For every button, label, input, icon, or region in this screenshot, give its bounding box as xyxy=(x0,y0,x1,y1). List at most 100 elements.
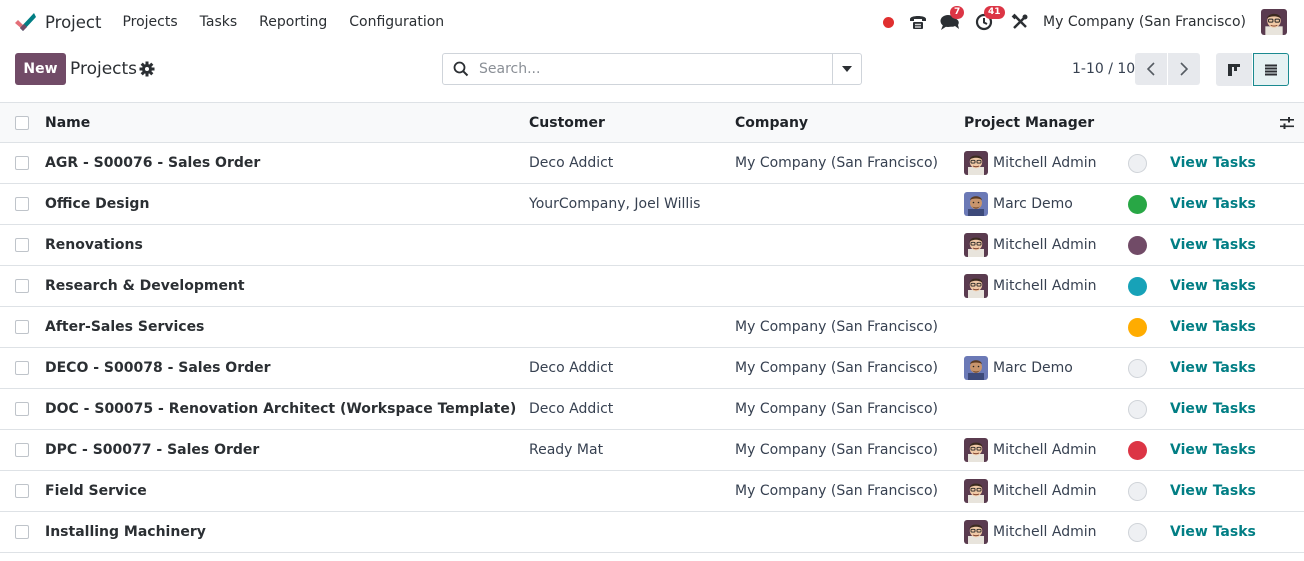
column-customer[interactable]: Customer xyxy=(529,103,605,142)
company-name[interactable]: My Company (San Francisco) xyxy=(735,471,938,511)
phone-button[interactable] xyxy=(907,11,929,33)
project-name[interactable]: Renovations xyxy=(45,225,143,265)
column-company[interactable]: Company xyxy=(735,103,808,142)
color-dot[interactable] xyxy=(1128,317,1147,337)
row-checkbox[interactable] xyxy=(15,484,29,498)
manager-name[interactable]: Mitchell Admin xyxy=(993,483,1097,499)
manager-name[interactable]: Mitchell Admin xyxy=(993,442,1097,458)
manager-avatar[interactable] xyxy=(964,479,988,503)
row-checkbox[interactable] xyxy=(15,443,29,457)
pager-previous-button[interactable] xyxy=(1135,53,1167,85)
table-row[interactable]: DOC - S00075 - Renovation Architect (Wor… xyxy=(0,389,1304,430)
company-name[interactable]: My Company (San Francisco) xyxy=(735,307,938,347)
gear-icon[interactable] xyxy=(139,61,155,77)
project-name[interactable]: DECO - S00078 - Sales Order xyxy=(45,348,271,388)
table-row[interactable]: After-Sales Services My Company (San Fra… xyxy=(0,307,1304,348)
manager-avatar[interactable] xyxy=(964,233,988,257)
color-dot[interactable] xyxy=(1128,276,1147,296)
manager-name[interactable]: Mitchell Admin xyxy=(993,237,1097,253)
company-name[interactable]: My Company (San Francisco) xyxy=(735,143,938,183)
project-name[interactable]: After-Sales Services xyxy=(45,307,204,347)
manager-avatar[interactable] xyxy=(964,274,988,298)
view-tasks-button[interactable]: View Tasks xyxy=(1170,360,1256,376)
table-row[interactable]: Installing Machinery Mitchell Admin View… xyxy=(0,512,1304,553)
menu-configuration[interactable]: Configuration xyxy=(338,14,455,30)
view-tasks-button[interactable]: View Tasks xyxy=(1170,155,1256,171)
table-row[interactable]: DPC - S00077 - Sales Order Ready Mat My … xyxy=(0,430,1304,471)
list-view-button[interactable] xyxy=(1253,53,1289,86)
view-tasks-button[interactable]: View Tasks xyxy=(1170,401,1256,417)
customer-name[interactable]: YourCompany, Joel Willis xyxy=(529,184,700,224)
messaging-button[interactable]: 7 xyxy=(939,6,965,33)
column-project-manager[interactable]: Project Manager xyxy=(964,103,1094,142)
table-row[interactable]: DECO - S00078 - Sales Order Deco Addict … xyxy=(0,348,1304,389)
project-name[interactable]: AGR - S00076 - Sales Order xyxy=(45,143,260,183)
customer-name[interactable]: Deco Addict xyxy=(529,389,613,429)
menu-tasks[interactable]: Tasks xyxy=(189,14,249,30)
menu-reporting[interactable]: Reporting xyxy=(248,14,338,30)
user-menu-avatar[interactable] xyxy=(1261,9,1287,35)
pager-next-button[interactable] xyxy=(1168,53,1200,85)
manager-avatar[interactable] xyxy=(964,192,988,216)
company-name[interactable]: My Company (San Francisco) xyxy=(735,430,938,470)
manager-name[interactable]: Marc Demo xyxy=(993,360,1073,376)
row-checkbox[interactable] xyxy=(15,525,29,539)
color-dot[interactable] xyxy=(1128,235,1147,255)
row-checkbox[interactable] xyxy=(15,279,29,293)
new-button[interactable]: New xyxy=(15,53,66,85)
pager-value[interactable]: 1-10 / 10 xyxy=(1072,61,1135,77)
table-row[interactable]: Office Design YourCompany, Joel Willis M… xyxy=(0,184,1304,225)
customer-name[interactable]: Ready Mat xyxy=(529,430,603,470)
table-row[interactable]: Renovations Mitchell Admin View Tasks xyxy=(0,225,1304,266)
row-checkbox[interactable] xyxy=(15,156,29,170)
row-checkbox[interactable] xyxy=(15,320,29,334)
manager-name[interactable]: Marc Demo xyxy=(993,196,1073,212)
color-dot[interactable] xyxy=(1128,194,1147,214)
table-row[interactable]: Field Service My Company (San Francisco)… xyxy=(0,471,1304,512)
view-tasks-button[interactable]: View Tasks xyxy=(1170,524,1256,540)
project-name[interactable]: Office Design xyxy=(45,184,149,224)
project-name[interactable]: DPC - S00077 - Sales Order xyxy=(45,430,259,470)
recording-indicator[interactable] xyxy=(877,11,899,33)
debug-tools-button[interactable] xyxy=(1009,11,1031,33)
row-checkbox[interactable] xyxy=(15,361,29,375)
manager-name[interactable]: Mitchell Admin xyxy=(993,155,1097,171)
kanban-view-button[interactable] xyxy=(1216,53,1252,86)
manager-avatar[interactable] xyxy=(964,151,988,175)
manager-avatar[interactable] xyxy=(964,356,988,380)
row-checkbox[interactable] xyxy=(15,402,29,416)
project-name[interactable]: Installing Machinery xyxy=(45,512,206,552)
select-all-checkbox[interactable] xyxy=(15,115,29,130)
manager-name[interactable]: Mitchell Admin xyxy=(993,278,1097,294)
search-options-toggle[interactable] xyxy=(832,54,861,84)
manager-avatar[interactable] xyxy=(964,438,988,462)
view-tasks-button[interactable]: View Tasks xyxy=(1170,278,1256,294)
color-dot[interactable] xyxy=(1128,440,1147,460)
manager-avatar[interactable] xyxy=(964,520,988,544)
view-tasks-button[interactable]: View Tasks xyxy=(1170,237,1256,253)
row-checkbox[interactable] xyxy=(15,197,29,211)
color-dot[interactable] xyxy=(1128,481,1147,501)
project-name[interactable]: DOC - S00075 - Renovation Architect (Wor… xyxy=(45,389,516,429)
color-dot[interactable] xyxy=(1128,399,1147,419)
app-brand[interactable]: Project xyxy=(14,11,101,33)
view-tasks-button[interactable]: View Tasks xyxy=(1170,442,1256,458)
company-name[interactable]: My Company (San Francisco) xyxy=(735,389,938,429)
view-tasks-button[interactable]: View Tasks xyxy=(1170,483,1256,499)
project-name[interactable]: Field Service xyxy=(45,471,147,511)
table-row[interactable]: AGR - S00076 - Sales Order Deco Addict M… xyxy=(0,143,1304,184)
color-dot[interactable] xyxy=(1128,153,1147,173)
column-name[interactable]: Name xyxy=(45,103,90,142)
company-switcher[interactable]: My Company (San Francisco) xyxy=(1043,14,1246,30)
company-name[interactable]: My Company (San Francisco) xyxy=(735,348,938,388)
color-dot[interactable] xyxy=(1128,522,1147,542)
manager-name[interactable]: Mitchell Admin xyxy=(993,524,1097,540)
table-row[interactable]: Research & Development Mitchell Admin Vi… xyxy=(0,266,1304,307)
row-checkbox[interactable] xyxy=(15,238,29,252)
view-tasks-button[interactable]: View Tasks xyxy=(1170,319,1256,335)
customer-name[interactable]: Deco Addict xyxy=(529,348,613,388)
customer-name[interactable]: Deco Addict xyxy=(529,143,613,183)
color-dot[interactable] xyxy=(1128,358,1147,378)
optional-columns-toggle[interactable] xyxy=(1280,103,1294,142)
search-input[interactable] xyxy=(477,55,832,83)
